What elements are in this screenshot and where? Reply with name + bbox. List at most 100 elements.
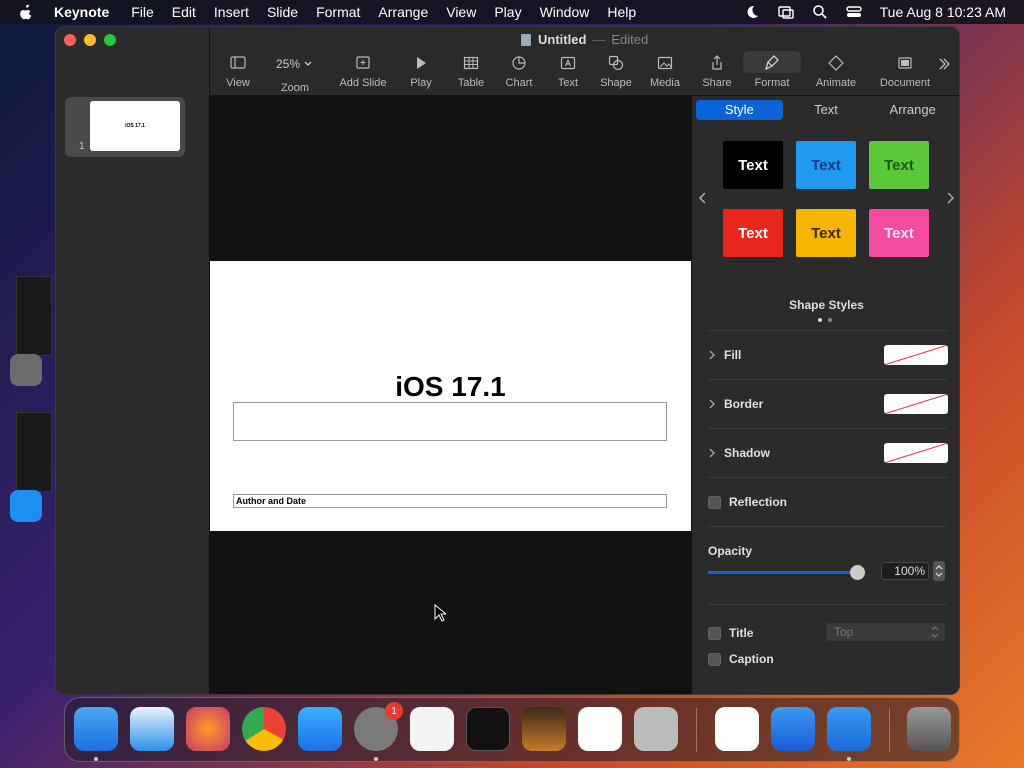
media-icon	[657, 56, 673, 70]
control-center-icon[interactable]	[845, 4, 862, 20]
dark-mode-icon[interactable]	[744, 4, 760, 20]
border-label: Border	[724, 397, 764, 411]
play-button[interactable]: Play	[393, 55, 449, 89]
menu-file[interactable]: File	[131, 4, 154, 20]
finder-icon[interactable]	[74, 707, 118, 751]
fill-label: Fill	[724, 348, 742, 362]
menu-format[interactable]: Format	[316, 4, 360, 20]
animate-button[interactable]: Animate	[808, 55, 864, 89]
document-name[interactable]: Untitled	[538, 32, 586, 47]
fill-color-well[interactable]	[884, 345, 948, 365]
visual-studio-icon[interactable]	[715, 707, 759, 751]
shape-style-swatch[interactable]: Text	[723, 141, 783, 189]
thumbnail-title: iOS 17.1	[125, 123, 145, 129]
fill-row[interactable]: Fill	[708, 345, 948, 365]
caption-label: Caption	[729, 652, 774, 666]
menu-window[interactable]: Window	[540, 4, 590, 20]
title-position-select[interactable]: Top	[826, 623, 945, 641]
app-store-icon[interactable]	[298, 707, 342, 751]
spotlight-search-icon[interactable]	[812, 4, 828, 20]
background-window-thumbnail[interactable]	[16, 276, 52, 356]
chevron-right-icon[interactable]	[945, 191, 955, 205]
chevron-right-icon[interactable]	[708, 350, 716, 360]
system-settings-icon[interactable]	[10, 354, 42, 386]
slide-canvas[interactable]: iOS 17.1 Author and Date	[210, 96, 691, 694]
menu-view[interactable]: View	[446, 4, 476, 20]
shape-style-swatch[interactable]: Text	[723, 209, 783, 257]
terminal-icon[interactable]	[466, 707, 510, 751]
zoom-window-button[interactable]	[104, 34, 116, 46]
opacity-slider-fill	[708, 571, 858, 574]
weather-icon[interactable]	[771, 707, 815, 751]
media-button[interactable]: Media	[637, 55, 693, 89]
opacity-label: Opacity	[708, 544, 753, 558]
border-color-well[interactable]	[884, 394, 948, 414]
shadow-label: Shadow	[724, 446, 771, 460]
tab-arrange[interactable]: Arrange	[869, 100, 956, 120]
trash-icon[interactable]	[907, 707, 951, 751]
shadow-well[interactable]	[884, 443, 948, 463]
title-checkbox[interactable]	[708, 626, 721, 640]
slide-thumbnail[interactable]: iOS 17.1	[90, 101, 180, 151]
reflection-checkbox[interactable]	[708, 495, 721, 509]
menu-play[interactable]: Play	[494, 4, 521, 20]
caption-row[interactable]: Caption	[708, 649, 948, 669]
tab-text[interactable]: Text	[783, 100, 870, 120]
share-button[interactable]: Share	[689, 55, 745, 89]
shape-style-swatch[interactable]: Text	[869, 209, 929, 257]
toolbar-overflow-icon[interactable]	[937, 57, 951, 71]
shadow-row[interactable]: Shadow	[708, 443, 948, 463]
firefox-icon[interactable]	[186, 707, 230, 751]
tab-style[interactable]: Style	[696, 100, 783, 120]
menu-edit[interactable]: Edit	[172, 4, 196, 20]
add-slide-button[interactable]: Add Slide	[330, 55, 396, 89]
subtitle-placeholder[interactable]	[233, 402, 667, 441]
chart-button[interactable]: Chart	[491, 55, 547, 89]
vscode-icon[interactable]	[578, 707, 622, 751]
safari-icon[interactable]	[130, 707, 174, 751]
menu-insert[interactable]: Insert	[214, 4, 249, 20]
slide-thumbnail-selected[interactable]: 1 iOS 17.1	[65, 97, 185, 157]
shape-style-swatch[interactable]: Text	[869, 141, 929, 189]
garageband-icon[interactable]	[522, 707, 566, 751]
opacity-slider-knob[interactable]	[850, 565, 865, 580]
apple-icon[interactable]	[18, 4, 34, 20]
reflection-row[interactable]: Reflection	[708, 492, 948, 512]
format-button[interactable]: Format	[744, 55, 800, 89]
animate-label: Animate	[815, 77, 857, 89]
menu-app-name[interactable]: Keynote	[54, 4, 109, 20]
opacity-slider[interactable]	[708, 565, 865, 580]
running-indicator	[374, 757, 378, 761]
border-row[interactable]: Border	[708, 394, 948, 414]
author-date-placeholder[interactable]: Author and Date	[233, 494, 667, 508]
opacity-input[interactable]: 100%	[881, 562, 929, 580]
slide-title[interactable]: iOS 17.1	[210, 371, 691, 403]
slide[interactable]: iOS 17.1 Author and Date	[210, 261, 691, 531]
keynote-icon[interactable]	[827, 707, 871, 751]
chevron-left-icon[interactable]	[698, 191, 708, 205]
textedit-icon[interactable]	[410, 707, 454, 751]
app-store-icon[interactable]	[10, 490, 42, 522]
opacity-stepper[interactable]	[933, 561, 945, 581]
chrome-icon[interactable]	[242, 707, 286, 751]
chevron-right-icon[interactable]	[708, 448, 716, 458]
shape-style-swatch[interactable]: Text	[796, 141, 856, 189]
zoom-select[interactable]: 25%	[268, 54, 320, 74]
menu-help[interactable]: Help	[607, 4, 636, 20]
background-window-thumbnail[interactable]	[16, 412, 52, 492]
menu-arrange[interactable]: Arrange	[378, 4, 428, 20]
view-button[interactable]: View	[210, 55, 266, 89]
chevron-right-icon[interactable]	[708, 399, 716, 409]
shape-button[interactable]: Shape	[588, 55, 644, 89]
screen-mirror-icon[interactable]	[777, 4, 794, 20]
launchpad-icon[interactable]	[634, 707, 678, 751]
shape-style-swatch[interactable]: Text	[796, 209, 856, 257]
page-indicator[interactable]	[818, 318, 832, 322]
document-button[interactable]: Document	[871, 55, 939, 89]
chart-label: Chart	[505, 77, 533, 89]
close-window-button[interactable]	[64, 34, 76, 46]
minimize-window-button[interactable]	[84, 34, 96, 46]
menu-slide[interactable]: Slide	[267, 4, 298, 20]
menu-clock[interactable]: Tue Aug 8 10:23 AM	[880, 4, 1006, 20]
caption-checkbox[interactable]	[708, 652, 721, 666]
